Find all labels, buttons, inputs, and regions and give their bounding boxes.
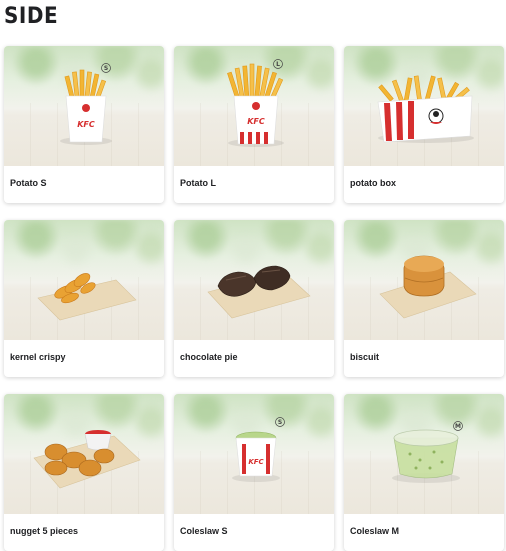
product-card-coleslaw-m[interactable]: M Coleslaw M bbox=[344, 394, 504, 551]
size-badge: M bbox=[455, 423, 461, 430]
svg-text:KFC: KFC bbox=[247, 117, 265, 126]
product-card-potato-s[interactable]: KFC S Potato S bbox=[4, 46, 164, 203]
product-card-potato-box[interactable]: potato box bbox=[344, 46, 504, 203]
product-image bbox=[4, 220, 164, 340]
product-grid: KFC S Potato S KFC L Potato L potato box… bbox=[4, 46, 504, 551]
product-card-nugget-5-pieces[interactable]: nugget 5 pieces bbox=[4, 394, 164, 551]
product-image: KFC S bbox=[174, 394, 334, 514]
svg-text:KFC: KFC bbox=[248, 458, 264, 466]
product-image bbox=[174, 220, 334, 340]
product-card-kernel-crispy[interactable]: kernel crispy bbox=[4, 220, 164, 377]
product-image: M bbox=[344, 394, 504, 514]
coleslaw-tub-icon: M bbox=[392, 421, 463, 483]
large-fries-icon: KFC L bbox=[227, 59, 284, 147]
fries-box-icon bbox=[377, 75, 474, 143]
coleslaw-cup-icon: KFC S bbox=[232, 417, 285, 482]
product-name: kernel crispy bbox=[10, 352, 66, 362]
section-title: SIDE bbox=[4, 2, 59, 29]
size-badge: S bbox=[278, 419, 282, 426]
product-name: potato box bbox=[350, 178, 396, 188]
small-fries-icon: KFC S bbox=[60, 63, 112, 145]
nuggets-icon bbox=[33, 430, 141, 489]
product-name: Potato S bbox=[10, 178, 47, 188]
product-name: biscuit bbox=[350, 352, 380, 362]
product-name: nugget 5 pieces bbox=[10, 526, 79, 536]
product-name: Coleslaw M bbox=[350, 526, 400, 536]
product-name: Potato L bbox=[180, 178, 216, 188]
size-badge: S bbox=[104, 65, 108, 72]
product-image: KFC L bbox=[174, 46, 334, 166]
corn-crisps-icon bbox=[37, 273, 137, 321]
size-badge: L bbox=[276, 61, 280, 68]
chocolate-pie-icon bbox=[207, 265, 311, 319]
svg-text:KFC: KFC bbox=[77, 120, 95, 129]
biscuit-icon bbox=[379, 255, 477, 319]
product-image: KFC S bbox=[4, 46, 164, 166]
product-image bbox=[344, 46, 504, 166]
product-card-potato-l[interactable]: KFC L Potato L bbox=[174, 46, 334, 203]
product-image bbox=[4, 394, 164, 514]
product-name: chocolate pie bbox=[180, 352, 238, 362]
product-image bbox=[344, 220, 504, 340]
product-card-coleslaw-s[interactable]: KFC S Coleslaw S bbox=[174, 394, 334, 551]
product-card-biscuit[interactable]: biscuit bbox=[344, 220, 504, 377]
product-card-chocolate-pie[interactable]: chocolate pie bbox=[174, 220, 334, 377]
product-name: Coleslaw S bbox=[180, 526, 228, 536]
